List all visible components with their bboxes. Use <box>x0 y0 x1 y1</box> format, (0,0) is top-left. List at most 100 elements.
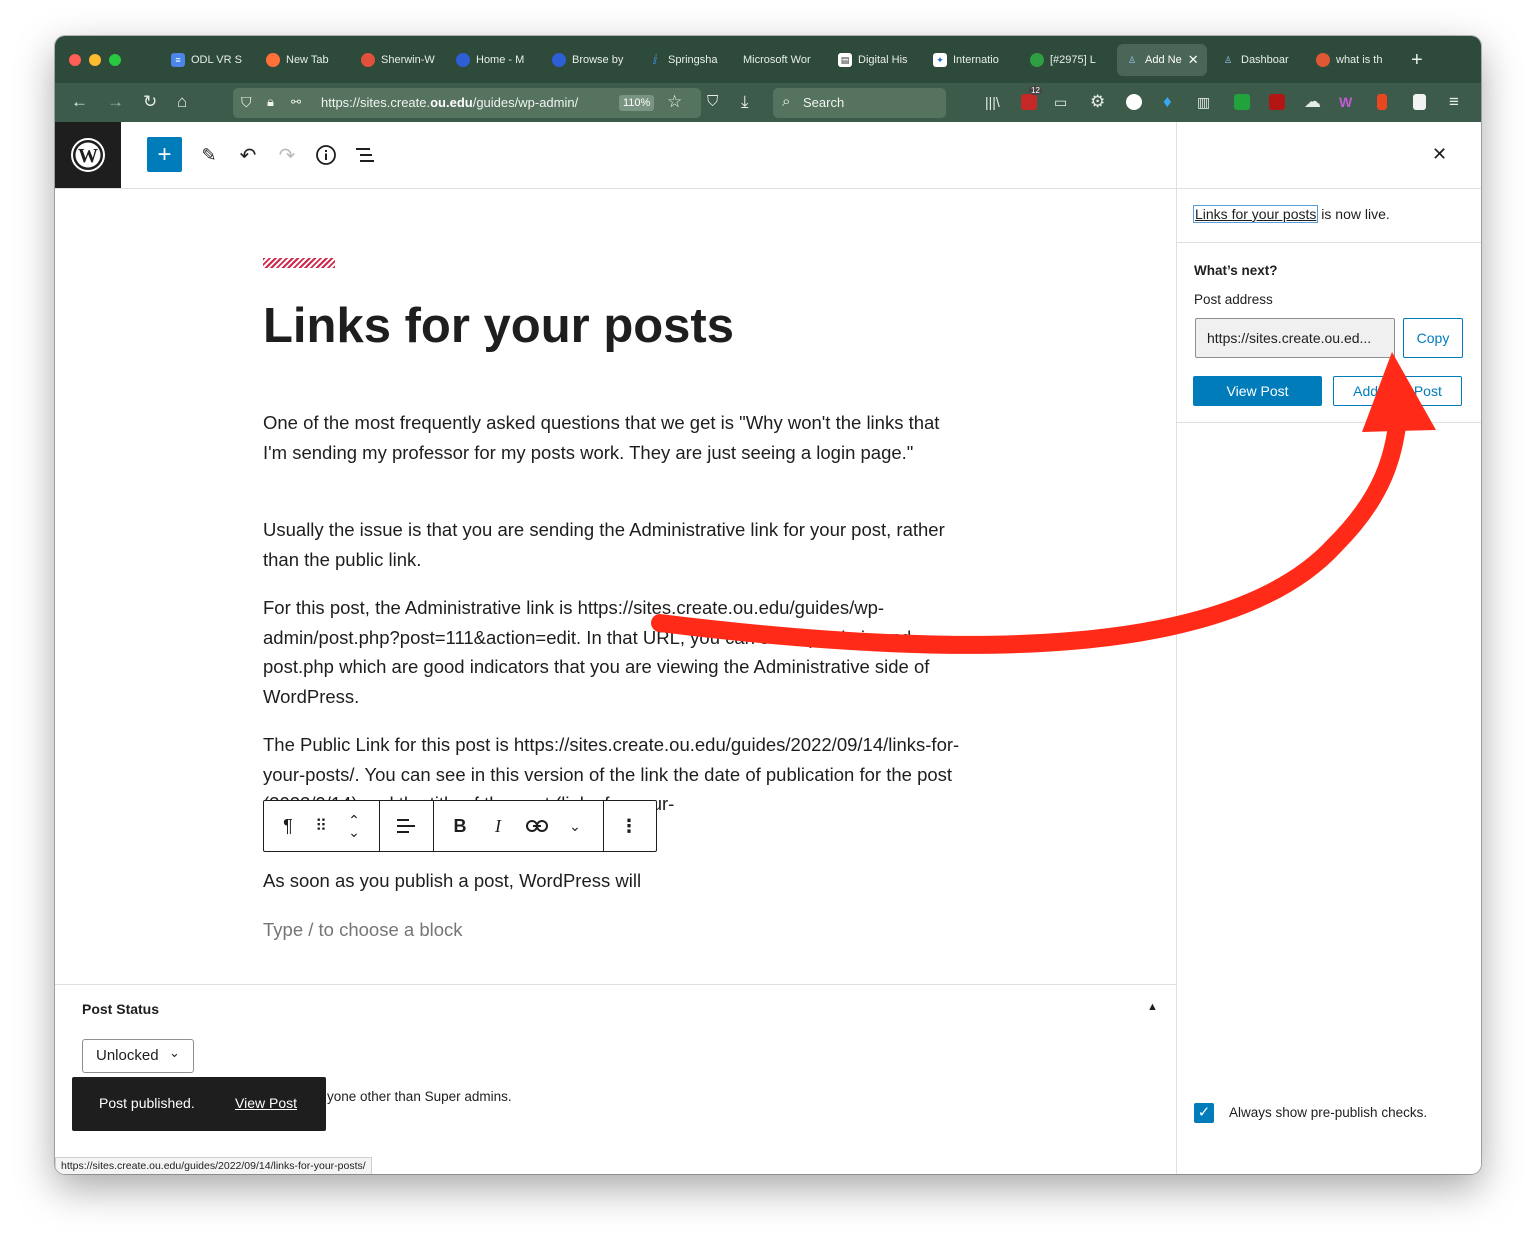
gear-extension-icon[interactable]: ⚙ <box>1090 92 1105 112</box>
browser-tab[interactable]: ≡ ODL VR S <box>171 44 251 76</box>
clock-extension-icon[interactable] <box>1126 94 1142 110</box>
paragraph-block[interactable]: Usually the issue is that you are sendin… <box>263 515 963 574</box>
browser-tab[interactable]: Sherwin-W <box>361 44 439 76</box>
back-icon[interactable]: ← <box>71 92 88 112</box>
post-title[interactable]: Links for your posts <box>263 296 963 356</box>
link-icon[interactable] <box>525 814 549 838</box>
paragraph-block[interactable]: For this post, the Administrative link i… <box>263 593 963 711</box>
minimize-window-button[interactable] <box>89 54 101 66</box>
browser-tab[interactable]: Microsoft Wor <box>743 44 819 76</box>
post-address-label: Post address <box>1194 292 1273 307</box>
wp-people-icon: ♙ <box>1223 54 1233 65</box>
red-extension-icon[interactable] <box>1377 94 1387 110</box>
home-icon[interactable]: ⌂ <box>177 92 187 112</box>
close-icon[interactable]: ✕ <box>1432 144 1447 165</box>
bookmark-star-icon[interactable]: ☆ <box>667 92 682 112</box>
grid-extension-icon[interactable]: ▥ <box>1197 92 1210 112</box>
copy-button[interactable]: Copy <box>1403 318 1463 358</box>
reload-icon[interactable]: ↻ <box>143 92 157 112</box>
shield-icon: ⛉ <box>241 94 252 110</box>
italic-icon[interactable]: I <box>486 814 510 838</box>
chevron-down-icon[interactable]: ⌄ <box>563 814 587 838</box>
tab-bar: ≡ ODL VR S New Tab Sherwin-W Home - M Br… <box>55 36 1481 83</box>
cloud-extension-icon[interactable]: ☁ <box>1304 92 1321 112</box>
wordpress-logo-icon[interactable]: W <box>55 122 121 188</box>
document-extension-icon[interactable] <box>1413 94 1426 110</box>
browser-tab[interactable]: ▤ Digital His <box>838 44 916 76</box>
docs-icon: ≡ <box>171 53 185 67</box>
add-block-button[interactable]: + <box>147 137 182 172</box>
status-select[interactable]: Unlocked ⌄ <box>82 1039 194 1073</box>
bplus-extension-icon[interactable] <box>1234 94 1250 110</box>
calendar-extension-icon[interactable] <box>1021 94 1037 110</box>
svg-text:W: W <box>78 145 98 167</box>
library-icon[interactable]: |||\ <box>985 92 1000 112</box>
paragraph-block-selected[interactable]: As soon as you publish a post, WordPress… <box>263 866 963 896</box>
zoom-level[interactable]: 110% <box>619 95 655 111</box>
status-note: yone other than Super admins. <box>327 1089 512 1104</box>
forward-icon[interactable]: → <box>107 92 124 112</box>
browser-tab[interactable]: what is th <box>1316 44 1396 76</box>
paragraph-icon[interactable]: ¶ <box>276 814 300 838</box>
whats-next-heading: What’s next? <box>1194 263 1278 278</box>
url-text: https://sites.create.ou.edu/guides/wp-ad… <box>321 95 579 110</box>
browser-tab[interactable]: Home - M <box>456 44 534 76</box>
publish-live-notice: Links for your posts is now live. <box>1192 205 1390 223</box>
pocket-icon[interactable]: ⛉ <box>707 92 718 112</box>
more-options-icon[interactable]: ⋮ <box>617 814 641 838</box>
divider <box>1177 242 1481 243</box>
browser-tab-active[interactable]: ♙ Add Ne ✕ <box>1117 44 1207 76</box>
browser-tab[interactable]: New Tab <box>266 44 348 76</box>
metabox-title: Post Status <box>82 1001 160 1017</box>
browser-tab[interactable]: ✦ Internatio <box>933 44 1013 76</box>
block-appender[interactable]: Type / to choose a block <box>263 915 963 945</box>
browser-tab[interactable]: ⅈ Springsha <box>648 44 724 76</box>
post-live-link[interactable]: Links for your posts <box>1192 205 1319 223</box>
search-input[interactable]: ⌕ Search <box>773 88 946 118</box>
drag-handle-icon[interactable]: ⠿ <box>309 814 333 838</box>
snackbar-view-post-link[interactable]: View Post <box>235 1095 297 1111</box>
redo-icon[interactable]: ↷ <box>275 143 299 167</box>
add-new-post-button[interactable]: Add New Post <box>1333 376 1462 406</box>
chevron-down-icon: ⌄ <box>169 1045 180 1060</box>
info-icon[interactable] <box>314 143 338 167</box>
bold-icon[interactable]: B <box>448 814 472 838</box>
menu-icon[interactable]: ≡ <box>1449 92 1459 112</box>
pdf-extension-icon[interactable] <box>1269 94 1285 110</box>
list-view-icon[interactable] <box>353 143 377 167</box>
browser-tab[interactable]: Browse by <box>552 44 630 76</box>
post-publish-panel: ✕ Links for your posts is now live. What… <box>1176 122 1481 1174</box>
pin-extension-icon[interactable]: ♦ <box>1163 92 1172 112</box>
permissions-icon: ⚯ <box>291 95 302 109</box>
search-icon: ⌕ <box>782 93 791 110</box>
download-icon[interactable]: ⤓ <box>741 92 749 112</box>
editor-canvas: Links for your posts One of the most fre… <box>55 188 1176 984</box>
close-window-button[interactable] <box>69 54 81 66</box>
checkbox-checked-icon[interactable]: ✓ <box>1194 1103 1214 1123</box>
prepublish-checks-label: Always show pre-publish checks. <box>1229 1105 1428 1120</box>
block-toolbar: ¶ ⠿ ⌃ ⌄ B I ⌄ ⋮ <box>263 800 657 852</box>
browser-tab[interactable]: ♙ Dashboar <box>1221 44 1297 76</box>
new-tab-button[interactable]: + <box>1411 44 1431 76</box>
snackbar-message: Post published. <box>99 1095 195 1111</box>
collapse-caret-icon[interactable]: ▲ <box>1147 1001 1158 1013</box>
reader-view-icon[interactable]: ▭ <box>1054 92 1067 112</box>
post-address-input[interactable]: https://sites.create.ou.ed... <box>1195 318 1395 358</box>
undo-icon[interactable]: ↶ <box>236 143 260 167</box>
duckduckgo-icon <box>1316 53 1330 67</box>
close-tab-icon[interactable]: ✕ <box>1188 52 1199 68</box>
align-left-icon[interactable] <box>394 814 418 838</box>
w-extension-icon[interactable]: W <box>1339 92 1352 112</box>
browser-tab[interactable]: [#2975] L <box>1030 44 1106 76</box>
maximize-window-button[interactable] <box>109 54 121 66</box>
paragraph-block[interactable]: One of the most frequently asked questio… <box>263 408 963 467</box>
lock-icon: 🔒︎ <box>267 94 274 109</box>
wp-people-icon: ♙ <box>1127 54 1137 65</box>
view-post-button[interactable]: View Post <box>1193 376 1322 406</box>
divider <box>1177 422 1481 423</box>
edit-pencil-icon[interactable]: ✎ <box>197 143 221 167</box>
url-bar[interactable]: ⛉ 🔒︎ ⚯ https://sites.create.ou.edu/guide… <box>233 88 701 118</box>
separator-kicker <box>263 258 335 268</box>
move-up-down-icon[interactable]: ⌃ ⌄ <box>342 813 366 839</box>
moon-icon <box>456 53 470 67</box>
